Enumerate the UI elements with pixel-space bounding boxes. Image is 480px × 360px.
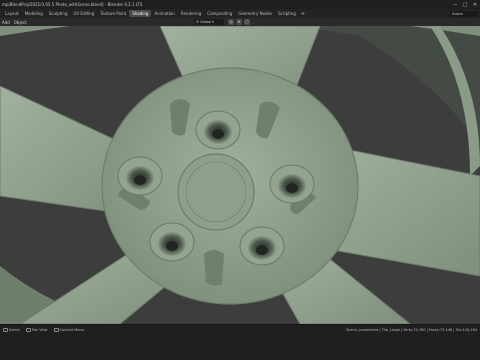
snap-icon[interactable]: ⌖ — [236, 19, 242, 25]
pivot-icon[interactable]: ◎ — [228, 19, 234, 25]
status-hint-context-label: Context Menu — [59, 328, 84, 332]
lug-hole-top — [195, 110, 241, 150]
proportional-edit-icon[interactable]: ○ — [244, 19, 250, 25]
status-hint-pan: Pan View — [25, 328, 48, 332]
chevron-down-icon: ▾ — [212, 20, 214, 24]
tab-geometry-nodes[interactable]: Geometry Nodes — [235, 10, 275, 17]
tab-uv-editing[interactable]: UV Editing — [71, 10, 98, 17]
window-title: mp/BlendProj/2021/3.05.5 Photo_withScene… — [2, 2, 143, 7]
status-hint-select-label: Select — [9, 328, 20, 332]
tab-shading[interactable]: Shading — [129, 10, 152, 17]
mouse-middle-icon — [25, 328, 31, 332]
tab-texture-paint[interactable]: Texture Paint — [97, 10, 129, 17]
scene-name: Scene — [452, 11, 463, 16]
wheel-render — [0, 26, 480, 324]
status-row: Select Pan View Context Menu Scene_Lamam… — [0, 327, 480, 333]
tab-modeling[interactable]: Modeling — [22, 10, 46, 17]
minimize-button[interactable]: — — [450, 0, 460, 9]
lug-hole-left — [117, 156, 163, 196]
lug-hole-right — [269, 164, 315, 204]
tab-scripting[interactable]: Scripting — [275, 10, 299, 17]
scene-selector[interactable]: Scene — [450, 10, 478, 17]
mouse-right-icon — [53, 328, 59, 332]
tab-compositing[interactable]: Compositing — [204, 10, 235, 17]
mouse-left-icon — [3, 328, 8, 332]
menu-add[interactable]: Add — [2, 20, 10, 25]
workspace-tabs-bar: Layout Modeling Sculpting UV Editing Tex… — [0, 9, 480, 18]
status-hints: Select Pan View Context Menu — [0, 328, 84, 332]
tab-layout[interactable]: Layout — [2, 10, 22, 17]
transform-orientation-value: Global — [199, 20, 212, 24]
title-bar: mp/BlendProj/2021/3.05.5 Photo_withScene… — [0, 0, 480, 9]
status-hint-select: Select — [3, 328, 20, 332]
close-button[interactable]: ✕ — [470, 0, 480, 9]
status-hint-pan-label: Pan View — [31, 328, 48, 332]
lug-hole-bottom-left — [149, 222, 195, 262]
transform-orientation-dropdown[interactable]: ✣ Global ▾ — [194, 19, 224, 25]
status-hint-context: Context Menu — [53, 328, 84, 332]
add-workspace-icon[interactable]: + — [299, 11, 307, 17]
snap-proportional-group: ◎ ⌖ ○ — [228, 19, 250, 25]
maximize-button[interactable]: □ — [460, 0, 470, 9]
menu-object[interactable]: Object — [14, 20, 27, 25]
scene-statistics: Scene_Lamamaria | Tire_Large | Verts:75,… — [346, 328, 477, 332]
axis-icon: ✣ — [196, 20, 199, 24]
status-bar: Select Pan View Context Menu Scene_Lamam… — [0, 324, 480, 360]
center-cap — [177, 153, 255, 231]
hub-pocket-5 — [204, 250, 224, 286]
tab-animation[interactable]: Animation — [151, 10, 177, 17]
window-controls: — □ ✕ — [450, 0, 480, 9]
lug-hole-bottom-right — [239, 226, 285, 266]
3d-viewport[interactable] — [0, 26, 480, 324]
tab-sculpting[interactable]: Sculpting — [46, 10, 71, 17]
tab-rendering[interactable]: Rendering — [178, 10, 204, 17]
